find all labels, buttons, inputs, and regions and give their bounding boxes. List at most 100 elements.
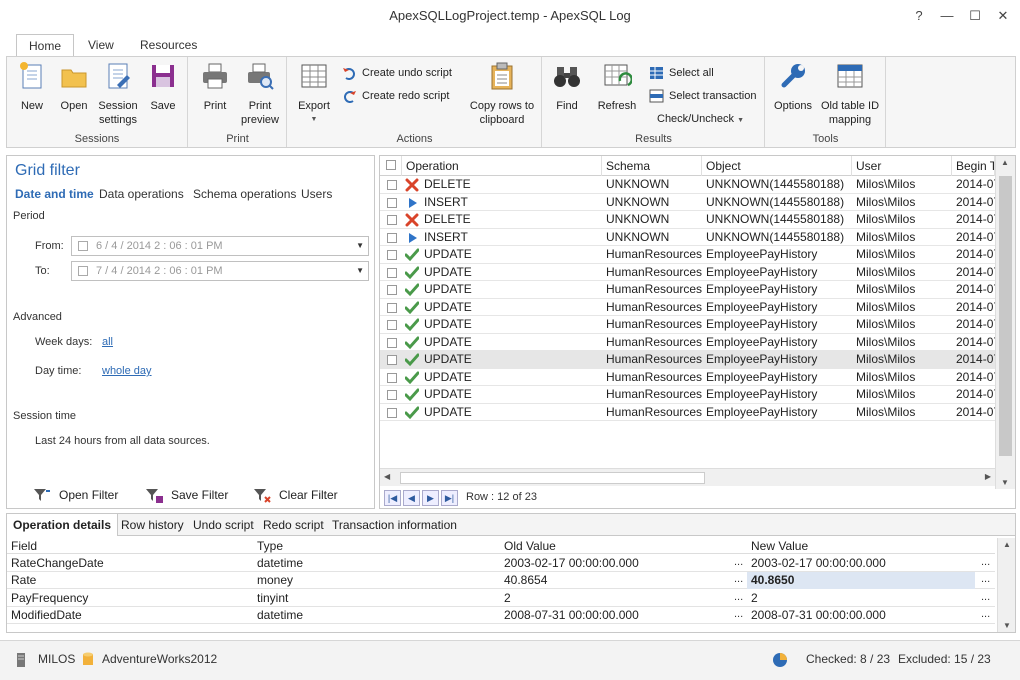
- to-date-picker[interactable]: 7 / 4 / 2014 2 : 06 : 01 PM ▼: [71, 261, 369, 281]
- tab-home[interactable]: Home: [16, 34, 75, 56]
- new-value-ellipsis-button[interactable]: ...: [981, 572, 990, 587]
- table-row[interactable]: UPDATE HumanResources EmployeePayHistory Mi…: [380, 264, 995, 281]
- week-days-link[interactable]: all: [102, 336, 113, 348]
- old-value-ellipsis-button[interactable]: ...: [734, 607, 743, 622]
- table-row[interactable]: UPDATE HumanResources EmployeePayHistory Mi…: [380, 369, 995, 386]
- column-schema[interactable]: Schema: [602, 156, 702, 176]
- from-date-picker[interactable]: 6 / 4 / 2014 2 : 06 : 01 PM ▼: [71, 236, 369, 256]
- table-row[interactable]: UPDATE HumanResources EmployeePayHistory Mi…: [380, 386, 995, 404]
- column-begin-time[interactable]: Begin Ti: [952, 156, 995, 176]
- tab-users[interactable]: Users: [301, 187, 332, 201]
- table-row[interactable]: UPDATE HumanResources EmployeePayHistory Mi…: [380, 281, 995, 299]
- detail-row[interactable]: ModifiedDate datetime 2008-07-31 00:00:00.…: [7, 607, 995, 624]
- row-checkbox[interactable]: [387, 355, 397, 365]
- check-uncheck-button[interactable]: Check/Uncheck ▼: [631, 109, 744, 129]
- help-button[interactable]: ?: [908, 6, 930, 26]
- next-row-icon[interactable]: ▶: [422, 490, 439, 506]
- table-row[interactable]: UPDATE HumanResources EmployeePayHistory Mi…: [380, 404, 995, 421]
- scroll-right-icon[interactable]: ▶: [985, 472, 991, 481]
- first-row-icon[interactable]: |◀: [384, 490, 401, 506]
- tab-operation-details[interactable]: Operation details: [7, 514, 119, 536]
- row-checkbox[interactable]: [387, 285, 397, 295]
- column-new-value[interactable]: New Value: [747, 538, 808, 554]
- tab-date-and-time[interactable]: Date and time: [15, 187, 94, 201]
- old-table-id-mapping-button[interactable]: Old table ID mapping: [816, 61, 884, 127]
- session-settings-button[interactable]: Session settings: [95, 61, 141, 127]
- create-undo-script-button[interactable]: Create undo script: [340, 63, 452, 83]
- scroll-down-icon[interactable]: ▼: [1003, 621, 1011, 630]
- column-object[interactable]: Object: [702, 156, 852, 176]
- table-row[interactable]: INSERT UNKNOWN UNKNOWN(1445580188) Milos\Mi…: [380, 194, 995, 211]
- previous-row-icon[interactable]: ◀: [403, 490, 420, 506]
- close-button[interactable]: ✕: [992, 6, 1014, 26]
- maximize-button[interactable]: ☐: [964, 6, 986, 26]
- select-transaction-button[interactable]: Select transaction: [647, 86, 756, 106]
- vertical-scroll-thumb[interactable]: [999, 176, 1012, 456]
- column-operation[interactable]: Operation: [402, 156, 602, 176]
- horizontal-scroll-thumb[interactable]: [400, 472, 705, 484]
- detail-row[interactable]: Rate money 40.8654 40.8650......: [7, 572, 995, 590]
- new-value-ellipsis-button[interactable]: ...: [981, 607, 990, 622]
- tab-undo-script[interactable]: Undo script: [187, 514, 260, 536]
- detail-row[interactable]: RateChangeDate datetime 2003-02-17 00:00:0…: [7, 555, 995, 572]
- export-button[interactable]: Export ▼: [294, 61, 334, 127]
- save-button[interactable]: Save: [145, 61, 181, 113]
- save-filter-button[interactable]: Save Filter: [145, 486, 228, 504]
- new-button[interactable]: New: [13, 61, 51, 113]
- row-checkbox[interactable]: [387, 407, 397, 418]
- select-all-button[interactable]: Select all: [647, 63, 714, 83]
- table-row[interactable]: UPDATE HumanResources EmployeePayHistory Mi…: [380, 351, 995, 369]
- open-filter-button[interactable]: Open Filter: [33, 486, 118, 504]
- select-all-checkbox[interactable]: [386, 160, 396, 170]
- row-checkbox[interactable]: [387, 337, 397, 348]
- tab-redo-script[interactable]: Redo script: [257, 514, 330, 536]
- from-date-checkbox[interactable]: [78, 241, 88, 252]
- row-checkbox[interactable]: [387, 197, 397, 208]
- minimize-button[interactable]: —: [936, 6, 958, 26]
- column-old-value[interactable]: Old Value: [500, 538, 556, 554]
- tab-view[interactable]: View: [76, 34, 126, 56]
- print-button[interactable]: Print: [197, 61, 233, 113]
- scroll-up-icon[interactable]: ▲: [1003, 540, 1011, 549]
- row-checkbox[interactable]: [387, 320, 397, 330]
- new-value-ellipsis-button[interactable]: ...: [981, 590, 990, 605]
- copy-rows-button[interactable]: Copy rows to clipboard: [466, 61, 538, 127]
- tab-schema-operations[interactable]: Schema operations: [193, 187, 296, 201]
- to-date-checkbox[interactable]: [78, 266, 88, 277]
- row-checkbox[interactable]: [387, 250, 397, 260]
- column-user[interactable]: User: [852, 156, 952, 176]
- print-preview-button[interactable]: Print preview: [239, 61, 281, 127]
- column-field[interactable]: Field: [7, 538, 37, 554]
- options-button[interactable]: Options: [770, 61, 816, 113]
- table-row[interactable]: DELETE UNKNOWN UNKNOWN(1445580188) Milos\Mi…: [380, 211, 995, 229]
- chevron-down-icon[interactable]: ▼: [356, 237, 364, 255]
- row-checkbox[interactable]: [387, 302, 397, 313]
- table-row[interactable]: INSERT UNKNOWN UNKNOWN(1445580188) Milos\Mi…: [380, 229, 995, 246]
- grid-horizontal-scrollbar[interactable]: ◀ ▶: [380, 468, 995, 486]
- scroll-up-icon[interactable]: ▲: [1001, 158, 1009, 167]
- old-value-ellipsis-button[interactable]: ...: [734, 572, 743, 587]
- detail-row[interactable]: PayFrequency tinyint 2 2......: [7, 590, 995, 607]
- table-row[interactable]: UPDATE HumanResources EmployeePayHistory Mi…: [380, 316, 995, 334]
- create-redo-script-button[interactable]: Create redo script: [340, 86, 449, 106]
- day-time-link[interactable]: whole day: [102, 365, 152, 377]
- row-checkbox[interactable]: [387, 372, 397, 383]
- scroll-left-icon[interactable]: ◀: [384, 472, 390, 481]
- row-checkbox[interactable]: [387, 267, 397, 278]
- row-checkbox[interactable]: [387, 180, 397, 190]
- row-checkbox[interactable]: [387, 215, 397, 225]
- last-row-icon[interactable]: ▶|: [441, 490, 458, 506]
- old-value-ellipsis-button[interactable]: ...: [734, 590, 743, 605]
- table-row[interactable]: UPDATE HumanResources EmployeePayHistory Mi…: [380, 299, 995, 316]
- table-row[interactable]: UPDATE HumanResources EmployeePayHistory Mi…: [380, 246, 995, 264]
- tab-row-history[interactable]: Row history: [115, 514, 190, 536]
- clear-filter-button[interactable]: Clear Filter: [253, 486, 338, 504]
- tab-data-operations[interactable]: Data operations: [99, 187, 184, 201]
- find-button[interactable]: Find: [549, 61, 585, 113]
- row-checkbox[interactable]: [387, 390, 397, 400]
- table-row[interactable]: UPDATE HumanResources EmployeePayHistory Mi…: [380, 334, 995, 351]
- tab-resources[interactable]: Resources: [128, 34, 209, 56]
- grid-vertical-scrollbar[interactable]: ▲ ▼: [995, 156, 1015, 489]
- refresh-button[interactable]: Refresh: [595, 61, 639, 113]
- details-vertical-scrollbar[interactable]: ▲ ▼: [997, 538, 1015, 632]
